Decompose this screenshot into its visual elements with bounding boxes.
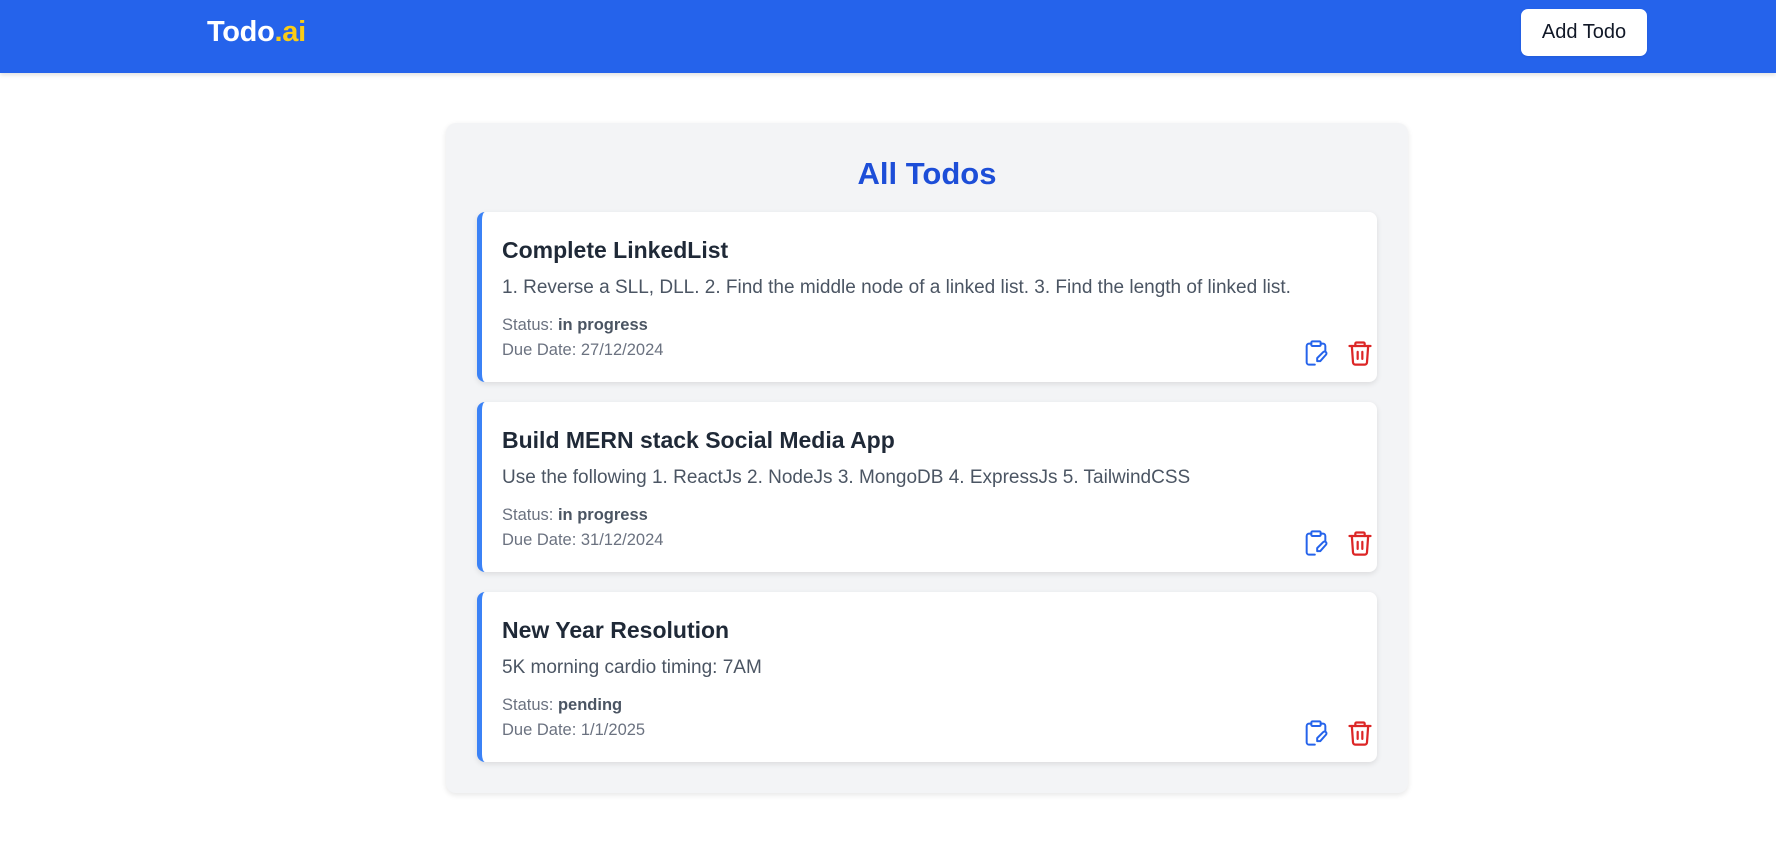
todo-description: 1. Reverse a SLL, DLL. 2. Find the middl… (502, 277, 1291, 298)
trash-icon (1348, 531, 1372, 556)
brand-main: Todo (207, 16, 275, 48)
due-date-label: Due Date: (502, 531, 581, 549)
todo-title: Complete LinkedList (502, 237, 729, 263)
todo-card: New Year Resolution 5K morning cardio ti… (477, 592, 1377, 762)
todo-status: Status: pending (502, 696, 622, 715)
status-label: Status: (502, 506, 558, 524)
clipboard-edit-icon (1305, 340, 1328, 366)
due-date-value: 1/1/2025 (580, 721, 646, 739)
status-label: Status: (502, 696, 558, 714)
delete-todo-button[interactable] (1346, 529, 1374, 557)
status-value: in progress (557, 316, 648, 334)
status-value: pending (557, 696, 623, 714)
todo-due-date: Due Date: 1/1/2025 (502, 721, 645, 740)
clipboard-edit-icon (1305, 720, 1328, 746)
add-todo-button[interactable]: Add Todo (1521, 9, 1647, 56)
due-date-value: 27/12/2024 (580, 341, 664, 359)
todo-card: Build MERN stack Social Media App Use th… (477, 402, 1377, 572)
page-title: All Todos (857, 156, 997, 191)
todo-status: Status: in progress (502, 316, 648, 335)
todos-panel: All Todos Complete LinkedList 1. Reverse… (446, 123, 1408, 793)
status-value: in progress (557, 506, 648, 524)
edit-todo-button[interactable] (1302, 529, 1330, 557)
todo-title: New Year Resolution (502, 617, 730, 643)
todo-status: Status: in progress (502, 506, 648, 525)
due-date-value: 31/12/2024 (580, 531, 664, 549)
delete-todo-button[interactable] (1346, 719, 1374, 747)
clipboard-edit-icon (1305, 530, 1328, 556)
todo-due-date: Due Date: 27/12/2024 (502, 341, 663, 360)
edit-todo-button[interactable] (1302, 339, 1330, 367)
trash-icon (1348, 341, 1372, 366)
brand-logo[interactable]: Todo.ai (207, 16, 306, 49)
due-date-label: Due Date: (502, 721, 581, 739)
trash-icon (1348, 721, 1372, 746)
todo-list: Complete LinkedList 1. Reverse a SLL, DL… (477, 212, 1377, 782)
todo-description: 5K morning cardio timing: 7AM (502, 657, 762, 678)
status-label: Status: (502, 316, 558, 334)
brand-accent: .ai (274, 16, 307, 48)
todo-due-date: Due Date: 31/12/2024 (502, 531, 663, 550)
delete-todo-button[interactable] (1346, 339, 1374, 367)
todo-card: Complete LinkedList 1. Reverse a SLL, DL… (477, 212, 1377, 382)
due-date-label: Due Date: (502, 341, 581, 359)
todo-description: Use the following 1. ReactJs 2. NodeJs 3… (502, 467, 1191, 488)
todo-title: Build MERN stack Social Media App (502, 427, 895, 453)
edit-todo-button[interactable] (1302, 719, 1330, 747)
navbar: Todo.ai Add Todo (0, 0, 1776, 73)
